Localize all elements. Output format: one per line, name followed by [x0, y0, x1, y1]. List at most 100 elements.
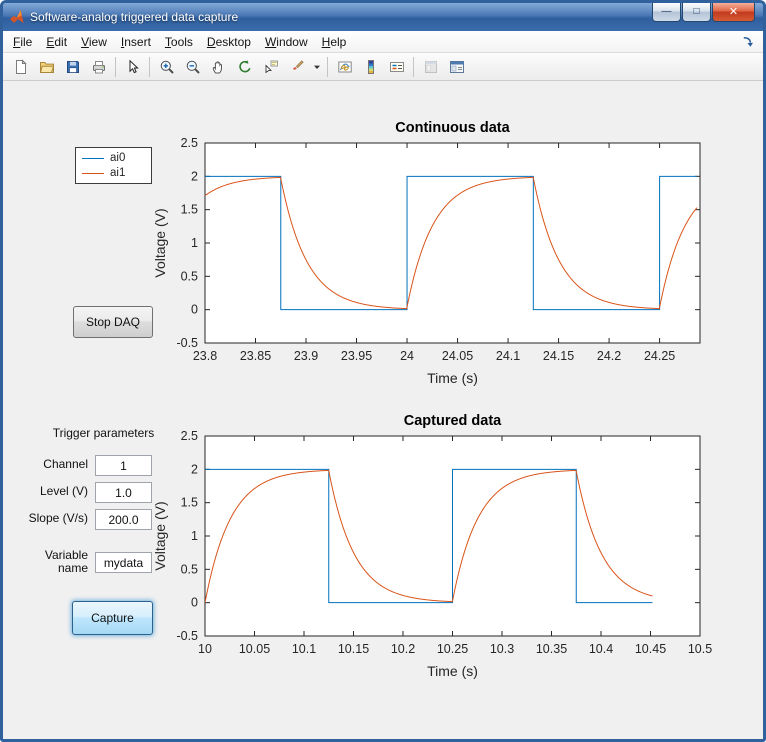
svg-text:10.3: 10.3 [490, 642, 514, 656]
window: Software-analog triggered data capture —… [0, 0, 766, 742]
brush-icon [289, 59, 305, 75]
toolbar-separator [327, 57, 328, 77]
figure-area: ai0ai1 Stop DAQ Trigger parameters Captu… [3, 81, 763, 739]
legend-label: ai1 [110, 167, 125, 179]
svg-text:10.25: 10.25 [437, 642, 468, 656]
insert-legend-button[interactable] [384, 55, 409, 79]
new-figure-button[interactable] [8, 55, 33, 79]
svg-text:Voltage (V): Voltage (V) [152, 501, 168, 570]
zoom-in-icon [159, 59, 175, 75]
svg-text:10.2: 10.2 [391, 642, 415, 656]
svg-text:Captured data: Captured data [404, 413, 502, 429]
brush-button[interactable] [284, 55, 309, 79]
insert-colorbar-button[interactable] [358, 55, 383, 79]
print-figure-icon [91, 59, 107, 75]
svg-text:10.05: 10.05 [239, 642, 270, 656]
menu-item-insert[interactable]: Insert [114, 32, 158, 52]
zoom-out-button[interactable] [180, 55, 205, 79]
svg-text:Voltage (V): Voltage (V) [152, 208, 168, 277]
legend-line-sample [82, 158, 104, 159]
toolbar-separator [149, 57, 150, 77]
svg-text:2: 2 [191, 462, 198, 476]
save-figure-button[interactable] [60, 55, 85, 79]
data-cursor-button[interactable] [258, 55, 283, 79]
new-figure-icon [13, 59, 29, 75]
legend-box[interactable]: ai0ai1 [75, 147, 152, 184]
window-title: Software-analog triggered data capture [30, 10, 238, 24]
toolbar-separator [413, 57, 414, 77]
edit-plot-icon [125, 59, 141, 75]
menu-bar: FileEditViewInsertToolsDesktopWindowHelp [3, 31, 763, 53]
menu-item-edit[interactable]: Edit [39, 32, 74, 52]
edit-plot-button[interactable] [120, 55, 145, 79]
svg-text:Continuous data: Continuous data [395, 120, 510, 136]
hide-plot-tools-button[interactable] [418, 55, 443, 79]
svg-text:10.1: 10.1 [292, 642, 316, 656]
hide-plot-tools-icon [423, 59, 439, 75]
svg-text:2.5: 2.5 [181, 429, 198, 443]
close-button[interactable]: ✕ [712, 3, 755, 22]
insert-legend-icon [389, 59, 405, 75]
minimize-button[interactable]: — [652, 3, 681, 22]
menu-item-view[interactable]: View [74, 32, 114, 52]
svg-text:24: 24 [400, 349, 414, 363]
menu-item-file[interactable]: File [6, 32, 39, 52]
show-plot-tools-dock-icon [449, 59, 465, 75]
svg-text:1.5: 1.5 [181, 496, 198, 510]
window-controls: — □ ✕ [652, 3, 755, 22]
svg-text:10.45: 10.45 [635, 642, 666, 656]
pan-button[interactable] [206, 55, 231, 79]
svg-text:23.85: 23.85 [240, 349, 271, 363]
svg-text:0: 0 [191, 596, 198, 610]
save-figure-icon [65, 59, 81, 75]
svg-text:Time (s): Time (s) [427, 663, 478, 679]
svg-text:0: 0 [191, 303, 198, 317]
zoom-out-icon [185, 59, 201, 75]
level-v-input[interactable] [95, 482, 152, 503]
svg-text:Time (s): Time (s) [427, 370, 478, 386]
svg-text:1: 1 [191, 529, 198, 543]
svg-text:0.5: 0.5 [181, 562, 198, 576]
svg-text:23.9: 23.9 [294, 349, 318, 363]
field-label-channel: Channel [24, 458, 88, 471]
print-figure-button[interactable] [86, 55, 111, 79]
brush-dropdown-button[interactable] [310, 55, 323, 79]
svg-text:24.15: 24.15 [543, 349, 574, 363]
rotate-3d-icon [237, 59, 253, 75]
toolbar [3, 53, 763, 81]
pan-icon [211, 59, 227, 75]
svg-text:2.5: 2.5 [181, 136, 198, 150]
menu-item-desktop[interactable]: Desktop [200, 32, 258, 52]
maximize-button[interactable]: □ [682, 3, 711, 22]
svg-text:0.5: 0.5 [181, 269, 198, 283]
svg-text:2: 2 [191, 169, 198, 183]
svg-text:1.5: 1.5 [181, 203, 198, 217]
toolbar-separator [115, 57, 116, 77]
show-plot-tools-dock-button[interactable] [444, 55, 469, 79]
stop-daq-button[interactable]: Stop DAQ [73, 306, 153, 338]
svg-text:-0.5: -0.5 [176, 629, 198, 643]
field-label-level-v: Level (V) [24, 485, 88, 498]
menu-item-help[interactable]: Help [315, 32, 354, 52]
open-file-button[interactable] [34, 55, 59, 79]
menu-item-window[interactable]: Window [258, 32, 315, 52]
svg-text:24.05: 24.05 [442, 349, 473, 363]
matlab-icon [9, 9, 25, 25]
link-plot-button[interactable] [332, 55, 357, 79]
menu-item-tools[interactable]: Tools [158, 32, 200, 52]
zoom-in-button[interactable] [154, 55, 179, 79]
svg-text:24.2: 24.2 [597, 349, 621, 363]
channel-input[interactable] [95, 455, 152, 476]
variable-name-input[interactable] [95, 552, 152, 573]
open-file-icon [39, 59, 55, 75]
svg-text:1: 1 [191, 236, 198, 250]
legend-label: ai0 [110, 152, 125, 164]
legend-entry-ai1: ai1 [82, 167, 145, 179]
dock-figure-icon[interactable] [735, 33, 760, 50]
capture-button[interactable]: Capture [72, 601, 153, 635]
field-label-slope-v-s: Slope (V/s) [24, 512, 88, 525]
rotate-3d-button[interactable] [232, 55, 257, 79]
slope-v-s-input[interactable] [95, 509, 152, 530]
titlebar[interactable]: Software-analog triggered data capture —… [3, 3, 763, 31]
chart-captured-data: 1010.0510.110.1510.210.2510.310.3510.410… [150, 406, 716, 684]
